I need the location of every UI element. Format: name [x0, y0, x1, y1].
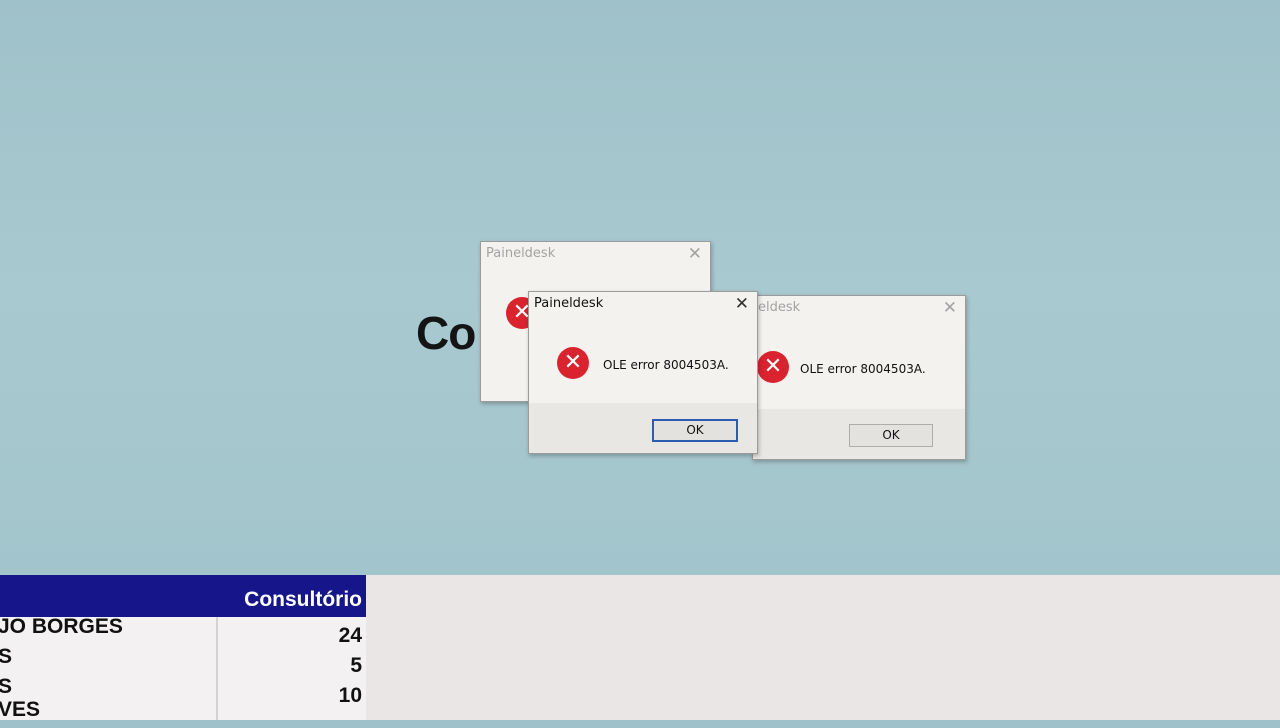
dialog-title: Paineldesk	[486, 246, 556, 261]
consultorio-table: Consultório JO BORGES 24 S 5 S 10 VES	[0, 575, 366, 721]
error-dialog-front: Paineldesk ✕ ✕ OLE error 8004503A. OK	[528, 291, 758, 454]
table-header-label: Consultório	[244, 588, 362, 611]
dialog-message: OLE error 8004503A.	[800, 362, 926, 376]
ok-button[interactable]: OK	[849, 424, 933, 447]
close-icon[interactable]: ✕	[943, 298, 957, 318]
dialog-message: OLE error 8004503A.	[603, 358, 729, 372]
table-row: JO BORGES 24	[0, 615, 366, 647]
close-icon[interactable]: ✕	[735, 294, 749, 314]
row-name: JO BORGES	[0, 615, 123, 638]
ok-button[interactable]: OK	[652, 419, 738, 442]
row-name: VES	[0, 698, 41, 721]
close-icon[interactable]: ✕	[688, 244, 702, 264]
row-name: S	[0, 675, 13, 698]
dialog-title: Paineldesk	[534, 296, 604, 311]
table-row: S 5	[0, 645, 366, 677]
row-name: S	[0, 645, 13, 668]
table-header: Consultório	[0, 575, 366, 617]
table-row: VES	[0, 698, 366, 728]
background-heading: Co	[416, 307, 476, 359]
error-dialog-right: eldesk ✕ ✕ OLE error 8004503A. OK	[752, 295, 966, 460]
error-x-icon: ✕	[557, 347, 589, 379]
dialog-title: eldesk	[758, 300, 801, 315]
error-x-icon: ✕	[757, 351, 789, 383]
